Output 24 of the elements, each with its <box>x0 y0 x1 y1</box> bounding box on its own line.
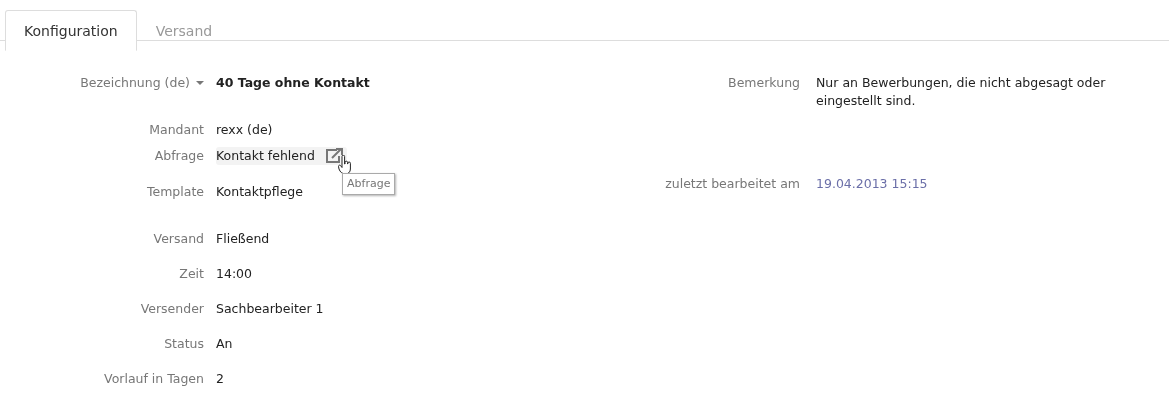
field-label: Template <box>146 183 204 201</box>
field-value: Nur an Bewerbungen, die nicht abgesagt oder eingestellt sind. <box>816 75 1106 108</box>
field-label: zuletzt bearbeitet am <box>665 175 800 193</box>
field-value: 19.04.2013 15:15 <box>816 176 928 191</box>
field-label: Bezeichnung (de) <box>80 74 190 92</box>
field-value: Fließend <box>216 231 270 246</box>
field-label: Status <box>164 335 204 353</box>
field-label: Versand <box>153 230 204 248</box>
field-value: 2 <box>216 371 224 386</box>
field-value: 40 Tage ohne Kontakt <box>216 75 370 90</box>
field-value: Sachbearbeiter 1 <box>216 301 324 316</box>
caret-icon[interactable] <box>196 81 204 85</box>
field-label: Mandant <box>149 121 204 139</box>
tab[interactable]: Konfiguration <box>5 10 137 51</box>
field-value: 14:00 <box>216 266 253 281</box>
field-label: Bemerkung <box>728 74 800 92</box>
external-link-icon[interactable] <box>324 148 343 164</box>
field-value: An <box>216 336 233 351</box>
field-label: Abfrage <box>154 147 204 165</box>
field-label: Zeit <box>179 265 204 283</box>
field-value: rexx (de) <box>216 122 273 137</box>
tooltip: Abfrage <box>342 173 396 195</box>
field-label: Vorlauf in Tagen <box>104 370 204 388</box>
field-label: Versender <box>140 300 204 318</box>
